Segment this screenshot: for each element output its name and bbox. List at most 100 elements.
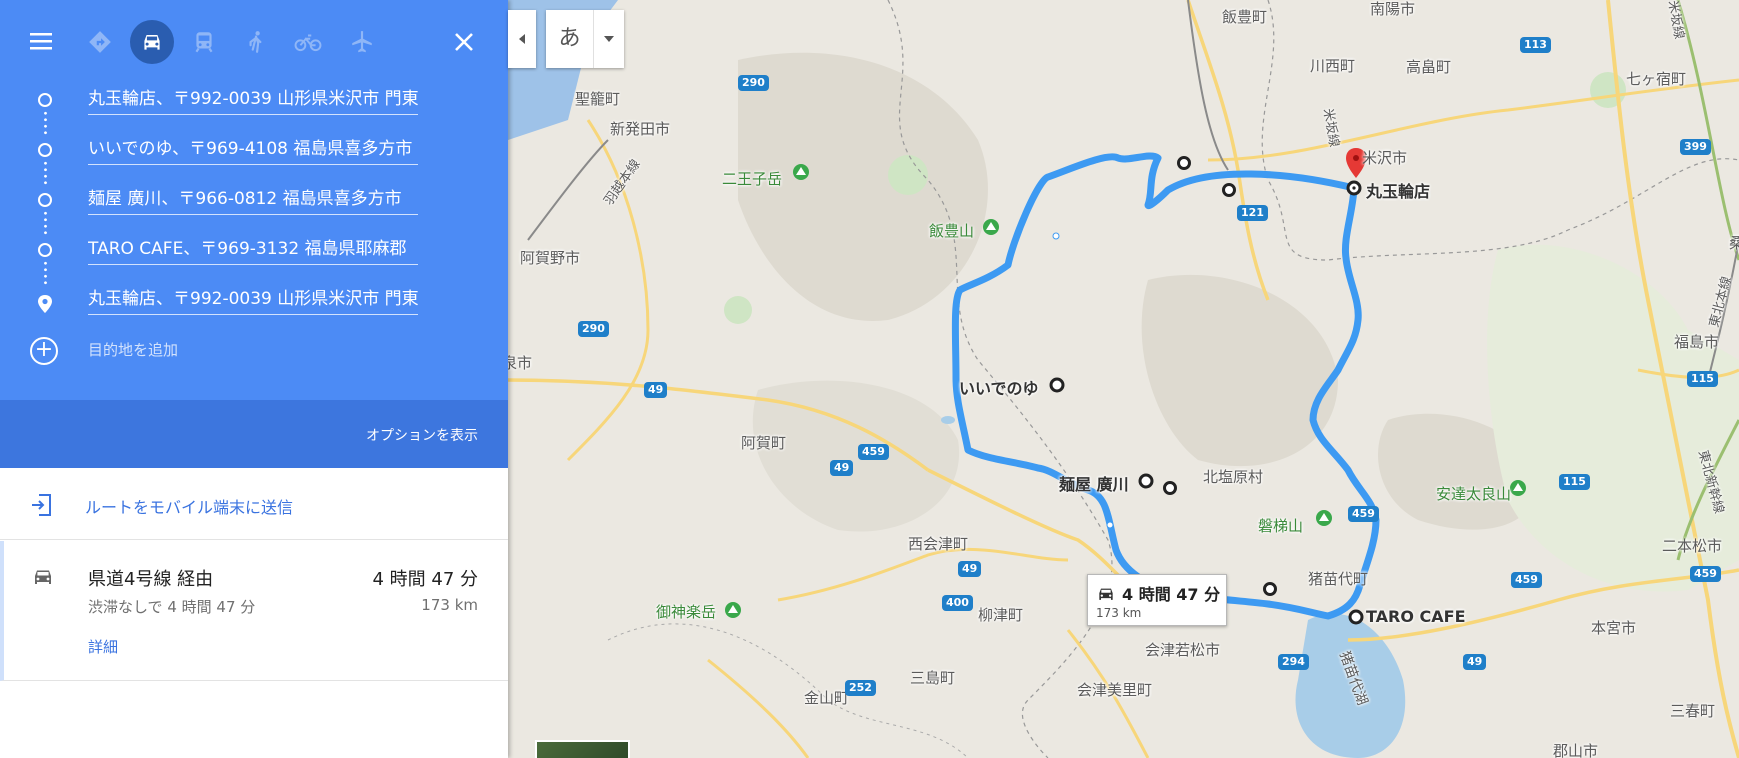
road-shield: 113 <box>1520 37 1551 53</box>
waypoint-dot-icon <box>38 143 52 157</box>
mountain-icon <box>1316 510 1332 526</box>
add-destination-link[interactable]: 目的地を追加 <box>88 339 178 360</box>
place-label: 新発田市 <box>610 120 671 138</box>
car-icon <box>35 570 51 584</box>
place-label: 飯豊山 <box>929 222 975 240</box>
expressway <box>1676 0 1739 261</box>
plane-icon <box>352 31 372 53</box>
waypoint-input-3[interactable]: 麺屋 廣川、〒966-0812 福島県喜多方市 <box>88 185 418 215</box>
place-label: 猪苗代町 <box>1308 570 1369 588</box>
place-label: 聖籠町 <box>575 90 621 108</box>
stop-label-taro-cafe[interactable]: TARO CAFE <box>1366 607 1466 626</box>
mode-flights-button[interactable] <box>340 20 384 64</box>
menu-icon <box>30 33 52 50</box>
stop-label-marutama[interactable]: 丸玉輪店 <box>1366 178 1430 202</box>
via-dot <box>1106 521 1114 529</box>
info-box-distance: 173 km <box>1096 606 1142 620</box>
waypoint-dot-icon <box>38 193 52 207</box>
send-to-mobile-row[interactable]: ルートをモバイル端末に送信 <box>0 468 508 540</box>
road-shield: 290 <box>738 75 769 91</box>
route-via: 県道4号線 経由 <box>88 569 214 590</box>
mode-best-route-button[interactable] <box>78 20 122 64</box>
stop-label-hirokawa[interactable]: 麺屋 廣川 <box>1059 471 1129 495</box>
route-duration: 4 時間 47 分 <box>372 569 478 590</box>
mode-walking-button[interactable] <box>234 20 278 64</box>
road-shield: 49 <box>1463 654 1487 670</box>
map-canvas[interactable]: 飯豊町 南陽市 川西町 高畠町 七ヶ宿町 聖籠町 新発田市 米沢市 二王子岳 飯… <box>508 0 1739 758</box>
close-button[interactable] <box>446 24 482 60</box>
road <box>1186 0 1270 301</box>
place-label: 川西町 <box>1310 57 1356 75</box>
waypoint-input-5[interactable]: 丸玉輪店、〒992-0039 山形県米沢市 門東町 <box>88 285 418 315</box>
mode-cycling-button[interactable] <box>286 20 330 64</box>
info-box-duration: 4 時間 47 分 <box>1122 585 1221 604</box>
road-shield: 459 <box>1511 572 1542 588</box>
road-shield: 252 <box>845 680 876 696</box>
waypoint-input-4[interactable]: TARO CAFE、〒969-3132 福島県耶麻郡 <box>88 235 418 265</box>
connector-dots <box>43 160 47 186</box>
road-shield: 115 <box>1559 474 1590 490</box>
mode-transit-button[interactable] <box>182 20 226 64</box>
place-label: 御神楽岳 <box>656 603 717 621</box>
collapse-panel-button[interactable] <box>508 10 536 68</box>
car-icon <box>144 34 160 50</box>
car-icon <box>1099 588 1113 600</box>
place-label: 金山町 <box>804 689 850 707</box>
chevron-left-icon <box>519 34 525 44</box>
close-icon <box>455 33 473 51</box>
menu-button[interactable] <box>24 27 60 57</box>
via-point <box>1177 156 1191 170</box>
mode-driving-button[interactable] <box>130 20 174 64</box>
details-link[interactable]: 詳細 <box>88 636 118 657</box>
connector-dots <box>43 210 47 236</box>
road <box>707 658 810 758</box>
via-point <box>1222 183 1236 197</box>
mountain-icon <box>725 602 741 618</box>
via-point <box>1263 582 1277 596</box>
route-info-box[interactable]: 4 時間 47 分 173 km <box>1087 574 1227 626</box>
place-label: 二本松市 <box>1662 537 1723 555</box>
mountain-icon <box>793 164 809 180</box>
waypoint-input-2[interactable]: いいでのゆ、〒969-4108 福島県喜多方市 <box>88 135 418 165</box>
directions-header: 丸玉輪店、〒992-0039 山形県米沢市 門東町 いいでのゆ、〒969-410… <box>0 0 508 400</box>
mountain-icon <box>983 219 999 235</box>
connector-dots <box>43 260 47 286</box>
via-dot <box>1052 232 1060 240</box>
mountain-icon <box>1510 480 1526 496</box>
walk-icon <box>249 31 262 53</box>
road-shield: 115 <box>1687 371 1718 387</box>
road-shield: 459 <box>1348 506 1379 522</box>
pond <box>941 416 955 424</box>
road-shield: 294 <box>1278 654 1309 670</box>
directions-icon <box>89 31 111 53</box>
route-option-card[interactable]: 県道4号線 経由 4 時間 47 分 渋滞なしで 4 時間 47 分 173 k… <box>0 541 508 681</box>
input-tools-dropdown[interactable] <box>594 10 624 68</box>
municipal-boundary <box>607 623 969 758</box>
stop-marker-iidenoyu <box>1049 377 1065 393</box>
show-options-button[interactable]: オプションを表示 <box>366 425 478 445</box>
mountain-area <box>1141 274 1338 467</box>
stop-label-iidenoyu[interactable]: いいでのゆ <box>959 375 1039 399</box>
place-label: 磐梯山 <box>1258 517 1304 535</box>
satellite-toggle[interactable] <box>535 740 630 758</box>
waypoint-dot-icon <box>38 243 52 257</box>
stop-marker-center <box>1352 186 1356 190</box>
send-to-mobile-label[interactable]: ルートをモバイル端末に送信 <box>85 494 293 518</box>
place-label: 南陽市 <box>1370 0 1416 18</box>
via-point <box>1163 481 1177 495</box>
train-icon <box>195 32 213 53</box>
park-area <box>888 155 928 195</box>
stop-marker-taro-cafe <box>1348 609 1364 625</box>
waypoint-input-1[interactable]: 丸玉輪店、〒992-0039 山形県米沢市 門東町 <box>88 85 418 115</box>
input-tools[interactable]: あ <box>546 10 624 68</box>
place-label: 米沢市 <box>1362 149 1408 167</box>
place-label: 安達太良山 <box>1436 485 1512 503</box>
road-shield: 49 <box>644 382 668 398</box>
place-label: 西会津町 <box>908 535 969 553</box>
add-icon[interactable]: + <box>30 337 58 365</box>
connector-dots <box>43 110 47 136</box>
japanese-input-button[interactable]: あ <box>546 10 594 68</box>
place-label: 福島市 <box>1674 333 1720 351</box>
route-distance: 173 km <box>421 596 478 614</box>
road <box>1207 78 1739 162</box>
